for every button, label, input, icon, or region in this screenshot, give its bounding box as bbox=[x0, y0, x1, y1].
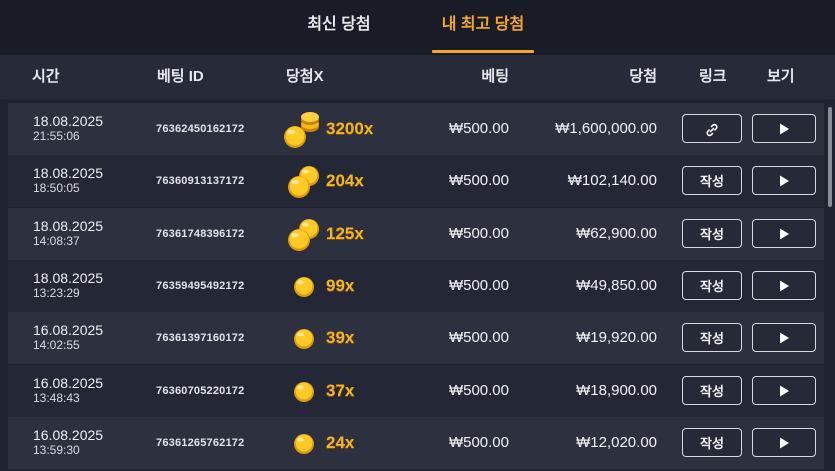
row-bet-id: 76361397160172 bbox=[156, 332, 245, 345]
row-win-amount: ₩102,140.00 bbox=[567, 172, 657, 190]
table-row: 18.08.2025 18:50:05 76360913137172 204x ₩500… bbox=[8, 155, 824, 208]
replay-button[interactable] bbox=[752, 323, 816, 353]
row-time: 21:55:06 bbox=[33, 129, 80, 143]
play-icon bbox=[753, 436, 815, 450]
tab-bar: 최신 당첨 내 최고 당첨 bbox=[0, 0, 835, 55]
row-win-amount: ₩19,920.00 bbox=[576, 329, 657, 347]
row-date: 18.08.2025 bbox=[33, 113, 104, 129]
create-link-button[interactable]: 작성 bbox=[682, 427, 742, 457]
tab-my-top-wins[interactable]: 내 최고 당첨 bbox=[430, 0, 536, 53]
row-bet-id: 76362450162172 bbox=[156, 123, 245, 135]
row-date: 16.08.2025 bbox=[33, 426, 104, 443]
coin-icon bbox=[284, 417, 328, 469]
row-date: 18.08.2025 bbox=[33, 269, 104, 286]
coin-icon bbox=[284, 260, 328, 312]
row-multiplier: 3200x bbox=[326, 119, 374, 138]
replay-button[interactable] bbox=[752, 270, 816, 300]
row-bet-amount: ₩500.00 bbox=[448, 433, 509, 451]
row-win-amount: ₩12,020.00 bbox=[576, 433, 657, 451]
table-row: 18.08.2025 13:23:29 76359495492172 99x ₩500.… bbox=[8, 259, 824, 312]
create-link-button[interactable]: 작성 bbox=[682, 375, 742, 405]
replay-button[interactable] bbox=[752, 114, 816, 143]
wins-table-body[interactable]: 18.08.2025 21:55:06 76362450162172 3200x ₩50… bbox=[0, 103, 835, 471]
row-bet-amount: ₩500.00 bbox=[448, 224, 509, 242]
column-header-bet-id: 베팅 ID bbox=[157, 68, 204, 85]
row-date: 18.08.2025 bbox=[33, 165, 104, 182]
row-win-amount: ₩49,850.00 bbox=[576, 276, 657, 294]
create-link-button[interactable]: 작성 bbox=[682, 218, 742, 248]
create-link-button[interactable]: 작성 bbox=[682, 166, 742, 196]
row-time: 14:02:55 bbox=[33, 338, 80, 353]
row-time: 13:23:29 bbox=[33, 285, 80, 300]
row-multiplier: 37x bbox=[326, 380, 355, 400]
replay-button[interactable] bbox=[752, 218, 816, 248]
row-bet-amount: ₩500.00 bbox=[448, 381, 509, 399]
row-bet-id: 76360705220172 bbox=[156, 384, 245, 397]
play-icon bbox=[753, 331, 815, 345]
column-header-view: 보기 bbox=[767, 68, 795, 85]
create-link-button[interactable]: 작성 bbox=[682, 270, 742, 300]
row-bet-amount: ₩500.00 bbox=[448, 276, 509, 294]
row-win-amount: ₩62,900.00 bbox=[576, 224, 657, 242]
row-bet-amount: ₩500.00 bbox=[448, 172, 509, 190]
row-multiplier: 24x bbox=[326, 432, 355, 452]
row-bet-id: 76360913137172 bbox=[156, 175, 245, 188]
row-time: 14:08:37 bbox=[33, 233, 80, 248]
row-multiplier: 204x bbox=[326, 171, 364, 191]
row-multiplier: 125x bbox=[326, 223, 364, 243]
row-date: 16.08.2025 bbox=[33, 322, 104, 339]
row-win-amount: ₩1,600,000.00 bbox=[555, 120, 657, 137]
table-row: 18.08.2025 14:08:37 76361748396172 125x ₩500… bbox=[8, 207, 824, 260]
row-time: 13:59:30 bbox=[33, 442, 80, 457]
coin-icon bbox=[284, 312, 328, 364]
row-bet-id: 76361265762172 bbox=[156, 436, 245, 449]
coin-icon bbox=[284, 208, 328, 260]
row-bet-amount: ₩500.00 bbox=[448, 329, 509, 347]
coin-icon bbox=[284, 155, 328, 207]
row-bet-amount: ₩500.00 bbox=[448, 120, 509, 137]
coin-icon bbox=[280, 103, 324, 155]
column-header-time: 시간 bbox=[32, 68, 60, 85]
row-date: 18.08.2025 bbox=[33, 217, 104, 234]
column-header-win: 당첨 bbox=[629, 68, 657, 85]
play-icon bbox=[753, 279, 815, 293]
play-icon bbox=[753, 384, 815, 398]
column-header-bet: 베팅 bbox=[481, 68, 509, 85]
replay-button[interactable] bbox=[752, 375, 816, 405]
table-row: 16.08.2025 13:48:43 76360705220172 37x ₩500.… bbox=[8, 364, 824, 417]
table-row: 16.08.2025 14:02:55 76361397160172 39x ₩500.… bbox=[8, 312, 824, 365]
play-icon bbox=[753, 122, 815, 136]
row-time: 18:50:05 bbox=[33, 181, 80, 196]
table-row: 16.08.2025 13:59:30 76361265762172 24x ₩500.… bbox=[8, 416, 824, 469]
row-bet-id: 76361748396172 bbox=[156, 227, 245, 240]
scrollbar[interactable] bbox=[828, 107, 832, 207]
link-icon bbox=[683, 122, 741, 138]
table-header: 시간 베팅 ID 당첨X 베팅 당첨 링크 보기 bbox=[0, 55, 835, 99]
coin-icon bbox=[284, 365, 328, 417]
table-row: 18.08.2025 21:55:06 76362450162172 3200x ₩50… bbox=[8, 103, 824, 155]
replay-button[interactable] bbox=[752, 427, 816, 457]
column-header-link: 링크 bbox=[699, 68, 727, 85]
row-multiplier: 99x bbox=[326, 275, 355, 295]
tab-latest-wins[interactable]: 최신 당첨 bbox=[288, 0, 390, 52]
replay-button[interactable] bbox=[752, 166, 816, 196]
row-bet-id: 76359495492172 bbox=[156, 279, 245, 292]
row-date: 16.08.2025 bbox=[33, 374, 104, 391]
create-link-button[interactable]: 작성 bbox=[682, 323, 742, 353]
row-multiplier: 39x bbox=[326, 328, 355, 348]
copy-link-button[interactable] bbox=[682, 114, 742, 143]
play-icon bbox=[753, 174, 815, 188]
play-icon bbox=[753, 227, 815, 241]
column-header-multiplier: 당첨X bbox=[286, 68, 324, 85]
row-time: 13:48:43 bbox=[33, 390, 80, 405]
row-win-amount: ₩18,900.00 bbox=[576, 381, 657, 399]
